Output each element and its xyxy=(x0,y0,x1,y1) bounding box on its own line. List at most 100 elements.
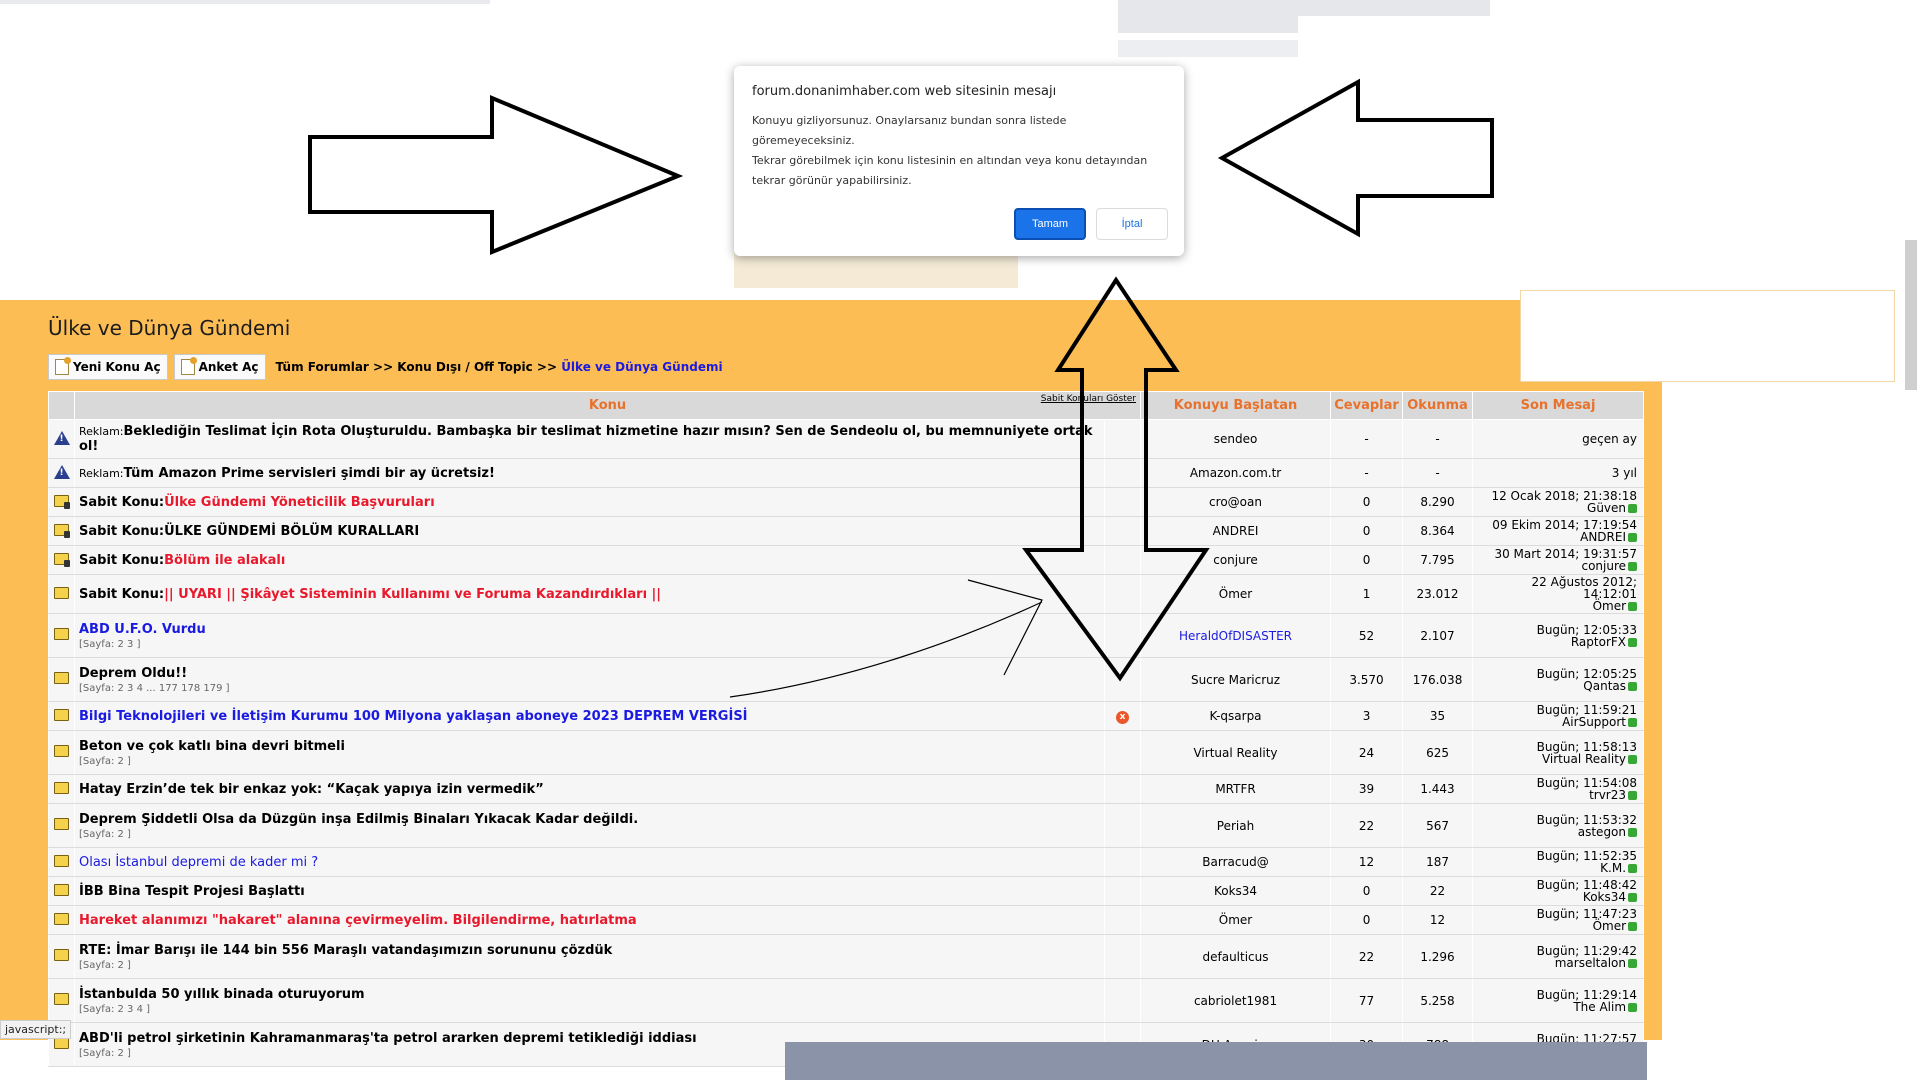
breadcrumb-path[interactable]: Tüm Forumlar >> Konu Dışı / Off Topic >> xyxy=(276,360,557,374)
last-post-cell: 09 Ekim 2014; 17:19:54 ANDREI xyxy=(1472,516,1645,546)
go-to-last-post-icon[interactable] xyxy=(1628,864,1638,873)
topic-starter[interactable]: conjure xyxy=(1140,545,1332,575)
ok-button[interactable]: Tamam xyxy=(1014,208,1086,240)
go-to-last-post-icon[interactable] xyxy=(1628,504,1638,513)
topic-starter[interactable]: defaulticus xyxy=(1140,934,1332,979)
topic-pages[interactable]: [Sayfa: 2 ] xyxy=(79,829,1100,840)
cancel-button[interactable]: İptal xyxy=(1096,208,1168,240)
scrollbar-thumb[interactable] xyxy=(1905,240,1917,390)
table-row[interactable]: Bilgi Teknolojileri ve İletişim Kurumu 1… xyxy=(48,701,1645,731)
go-to-last-post-icon[interactable] xyxy=(1628,1002,1638,1012)
topic-link[interactable]: || UYARI || Şikâyet Sisteminin Kullanımı… xyxy=(164,587,661,602)
table-row[interactable]: İstanbulda 50 yıllık binada oturuyorum [S… xyxy=(48,978,1645,1023)
last-post-user[interactable]: astegon xyxy=(1578,825,1626,839)
topic-pages[interactable]: [Sayfa: 2 ] xyxy=(79,960,1100,971)
go-to-last-post-icon[interactable] xyxy=(1628,602,1638,611)
topic-pages[interactable]: [Sayfa: 2 3 4 ] xyxy=(79,1004,1100,1015)
topic-starter[interactable]: Sucre Maricruz xyxy=(1140,657,1332,702)
topic-link[interactable]: Ülke Gündemi Yöneticilik Başvuruları xyxy=(164,495,435,510)
go-to-last-post-icon[interactable] xyxy=(1628,893,1638,902)
topic-link[interactable]: Hareket alanımızı "hakaret" alanına çevi… xyxy=(79,913,637,928)
go-to-last-post-icon[interactable] xyxy=(1628,922,1638,931)
topic-link[interactable]: ABD'li petrol şirketinin Kahramanmaraş't… xyxy=(79,1031,697,1046)
table-row[interactable]: Hatay Erzin’de tek bir enkaz yok: “Kaçak… xyxy=(48,774,1645,804)
table-row[interactable]: Reklam:Beklediğin Teslimat İçin Rota Olu… xyxy=(48,419,1645,459)
table-row[interactable]: İBB Bina Tespit Projesi Başlattı Koks34 0 2… xyxy=(48,876,1645,906)
table-row[interactable]: Sabit Konu:Ülke Gündemi Yöneticilik Başv… xyxy=(48,487,1645,517)
topic-starter[interactable]: Virtual Reality xyxy=(1140,730,1332,775)
topic-starter[interactable]: sendeo xyxy=(1140,419,1332,459)
last-post-user[interactable]: conjure xyxy=(1581,559,1626,573)
topic-starter[interactable]: Ömer xyxy=(1140,905,1332,935)
last-post-user[interactable]: Koks34 xyxy=(1583,890,1626,904)
breadcrumb-current[interactable]: Ülke ve Dünya Gündemi xyxy=(561,360,722,374)
topic-link[interactable]: Bilgi Teknolojileri ve İletişim Kurumu 1… xyxy=(79,709,748,724)
topic-link[interactable]: Olası İstanbul depremi de kader mi ? xyxy=(79,855,318,870)
topic-starter[interactable]: Periah xyxy=(1140,803,1332,848)
table-row[interactable]: ABD U.F.O. Vurdu [Sayfa: 2 3 ] HeraldOfDIS… xyxy=(48,613,1645,658)
topic-starter[interactable]: MRTFR xyxy=(1140,774,1332,804)
go-to-last-post-icon[interactable] xyxy=(1628,958,1638,968)
topic-link[interactable]: Beton ve çok katlı bina devri bitmeli xyxy=(79,739,345,754)
table-row[interactable]: Sabit Konu:|| UYARI || Şikâyet Sistemini… xyxy=(48,574,1645,614)
go-to-last-post-icon[interactable] xyxy=(1628,562,1638,571)
last-post-user[interactable]: ANDREI xyxy=(1580,530,1626,544)
topic-link[interactable]: ÜLKE GÜNDEMİ BÖLÜM KURALLARI xyxy=(164,524,419,539)
go-to-last-post-icon[interactable] xyxy=(1628,718,1638,727)
topic-link[interactable]: Deprem Şiddetli Olsa da Düzgün inşa Edil… xyxy=(79,812,638,827)
go-to-last-post-icon[interactable] xyxy=(1628,791,1638,800)
go-to-last-post-icon[interactable] xyxy=(1628,827,1638,837)
topic-link[interactable]: Bölüm ile alakalı xyxy=(164,553,285,568)
last-post-user[interactable]: RaptorFX xyxy=(1571,635,1626,649)
last-post-user[interactable]: AirSupport xyxy=(1562,715,1626,729)
go-to-last-post-icon[interactable] xyxy=(1628,754,1638,764)
topic-starter[interactable]: Amazon.com.tr xyxy=(1140,458,1332,488)
table-row[interactable]: RTE: İmar Barışı ile 144 bin 556 Maraşlı… xyxy=(48,934,1645,979)
table-row[interactable]: Reklam:Tüm Amazon Prime servisleri şimdi… xyxy=(48,458,1645,488)
last-post-user[interactable]: Virtual Reality xyxy=(1542,752,1626,766)
topic-pages[interactable]: [Sayfa: 2 3 ] xyxy=(79,639,1100,650)
show-sticky-link[interactable]: Sabit Konuları Göster xyxy=(1041,394,1136,404)
topic-line: Hareket alanımızı "hakaret" alanına çevi… xyxy=(79,913,1100,928)
topic-link[interactable]: Beklediğin Teslimat İçin Rota Oluşturuld… xyxy=(79,424,1093,454)
hide-topic-icon[interactable]: x xyxy=(1116,711,1129,724)
new-poll-button[interactable]: Anket Aç xyxy=(173,354,266,380)
topic-starter[interactable]: cro@oan xyxy=(1140,487,1332,517)
topic-link[interactable]: Hatay Erzin’de tek bir enkaz yok: “Kaçak… xyxy=(79,782,544,797)
table-row[interactable]: Deprem Şiddetli Olsa da Düzgün inşa Edil… xyxy=(48,803,1645,848)
go-to-last-post-icon[interactable] xyxy=(1628,533,1638,542)
new-topic-button[interactable]: Yeni Konu Aç xyxy=(48,354,168,380)
view-count: 23.012 xyxy=(1402,574,1474,614)
table-row[interactable]: Hareket alanımızı "hakaret" alanına çevi… xyxy=(48,905,1645,935)
go-to-last-post-icon[interactable] xyxy=(1628,637,1638,647)
last-post-user[interactable]: trvr23 xyxy=(1589,788,1626,802)
topic-link[interactable]: İstanbulda 50 yıllık binada oturuyorum xyxy=(79,987,365,1002)
last-post-user[interactable]: K.M. xyxy=(1600,861,1626,875)
topic-starter[interactable]: K-qsarpa xyxy=(1140,701,1332,731)
go-to-last-post-icon[interactable] xyxy=(1628,681,1638,691)
topic-starter[interactable]: Ömer xyxy=(1140,574,1332,614)
topic-link[interactable]: Deprem Oldu!! xyxy=(79,666,187,681)
topic-starter[interactable]: Koks34 xyxy=(1140,876,1332,906)
topic-starter[interactable]: HeraldOfDISASTER xyxy=(1140,613,1332,658)
last-post-user[interactable]: Güven xyxy=(1587,501,1626,515)
last-post-user[interactable]: Ömer xyxy=(1593,599,1626,613)
topic-pages[interactable]: [Sayfa: 2 ] xyxy=(79,756,1100,767)
topic-pages[interactable]: [Sayfa: 2 3 4 ... 177 178 179 ] xyxy=(79,683,1100,694)
last-post-user[interactable]: Qantas xyxy=(1583,679,1626,693)
topic-link[interactable]: ABD U.F.O. Vurdu xyxy=(79,622,206,637)
table-row[interactable]: Sabit Konu:ÜLKE GÜNDEMİ BÖLÜM KURALLARI A… xyxy=(48,516,1645,546)
table-row[interactable]: Sabit Konu:Bölüm ile alakalı conjure 0 7.79… xyxy=(48,545,1645,575)
table-row[interactable]: Beton ve çok katlı bina devri bitmeli [Sa… xyxy=(48,730,1645,775)
topic-starter[interactable]: ANDREI xyxy=(1140,516,1332,546)
last-post-user[interactable]: Ömer xyxy=(1593,919,1626,933)
topic-starter[interactable]: cabriolet1981 xyxy=(1140,978,1332,1023)
topic-starter[interactable]: Barracud@ xyxy=(1140,847,1332,877)
last-post-user[interactable]: The Alim xyxy=(1573,1000,1626,1014)
topic-link[interactable]: RTE: İmar Barışı ile 144 bin 556 Maraşlı… xyxy=(79,943,612,958)
table-row[interactable]: Deprem Oldu!! [Sayfa: 2 3 4 ... 177 178 1… xyxy=(48,657,1645,702)
topic-link[interactable]: İBB Bina Tespit Projesi Başlattı xyxy=(79,884,305,899)
table-row[interactable]: Olası İstanbul depremi de kader mi ? Barr… xyxy=(48,847,1645,877)
last-post-user[interactable]: marseltalon xyxy=(1555,956,1626,970)
topic-link[interactable]: Tüm Amazon Prime servisleri şimdi bir ay… xyxy=(124,466,495,481)
